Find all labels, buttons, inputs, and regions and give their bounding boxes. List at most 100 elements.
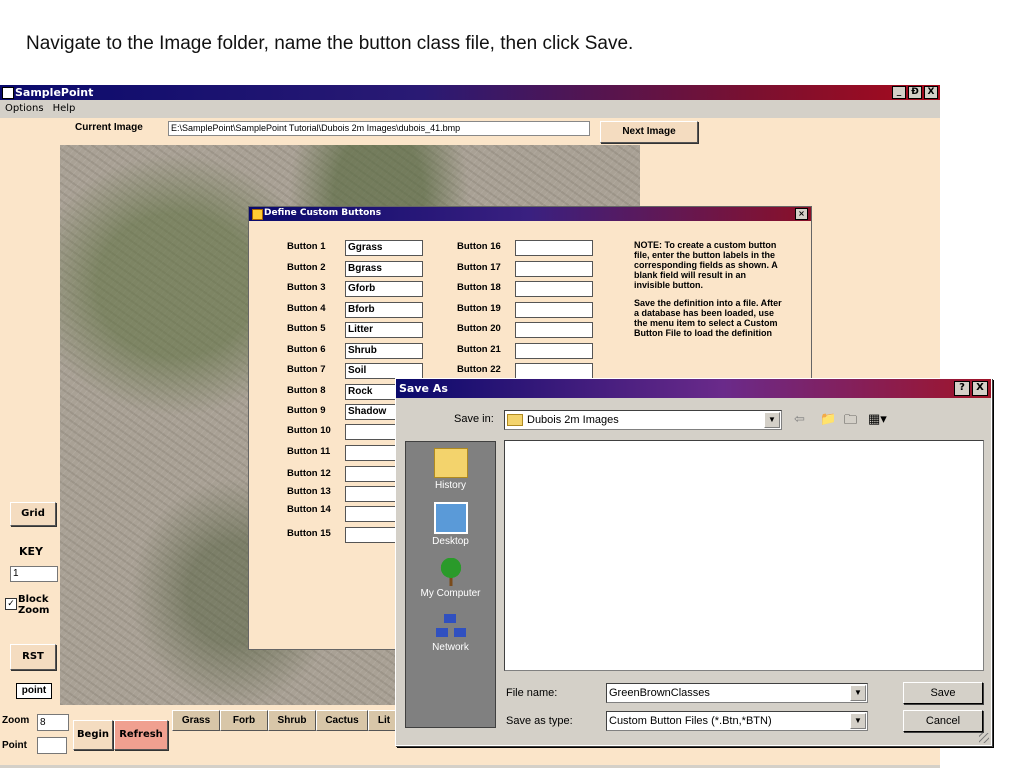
maximize-button[interactable]: Ɖ: [908, 86, 922, 99]
button-1-input[interactable]: Ggrass: [345, 240, 423, 256]
button-6-input[interactable]: Shrub: [345, 343, 423, 359]
key-label: KEY: [19, 545, 44, 558]
zoom-label: Zoom: [2, 715, 30, 726]
view-menu-icon[interactable]: ▦▾: [868, 411, 887, 427]
custom-buttons-title-bar: Define Custom Buttons ×: [249, 207, 811, 221]
button-21-label: Button 21: [457, 344, 501, 355]
chevron-down-icon[interactable]: ▼: [850, 685, 866, 701]
file-list[interactable]: [504, 440, 984, 671]
note-paragraph-2: Save the definition into a file. After a…: [634, 298, 782, 336]
category-button-cactus[interactable]: Cactus: [316, 710, 368, 731]
chevron-down-icon[interactable]: ▼: [764, 412, 780, 428]
button-19-input[interactable]: [515, 302, 593, 318]
refresh-button[interactable]: Refresh: [114, 720, 168, 750]
next-image-button[interactable]: Next Image: [600, 121, 698, 143]
button-2-input[interactable]: Bgrass: [345, 261, 423, 277]
desktop-label: Desktop: [432, 536, 469, 547]
grid-button[interactable]: Grid: [10, 502, 56, 526]
button-20-label: Button 20: [457, 323, 501, 334]
dialog-icon: [252, 209, 263, 220]
category-button-forb[interactable]: Forb: [220, 710, 268, 731]
save-as-type-label: Save as type:: [506, 715, 573, 727]
category-button-shrub[interactable]: Shrub: [268, 710, 316, 731]
button-21-input[interactable]: [515, 343, 593, 359]
rst-button[interactable]: RST: [10, 644, 56, 670]
button-18-input[interactable]: [515, 281, 593, 297]
history-label: History: [434, 480, 467, 491]
menu-options[interactable]: Options: [0, 100, 48, 114]
save-as-dialog: Save As ? X Save in: Dubois 2m Images ▼ …: [395, 378, 992, 746]
save-as-type-value: Custom Button Files (*.Btn,*BTN): [609, 715, 772, 727]
save-button[interactable]: Save: [903, 682, 983, 704]
save-in-dropdown[interactable]: Dubois 2m Images ▼: [504, 410, 782, 430]
save-as-title-bar: Save As ? X: [396, 379, 991, 398]
category-button-grass[interactable]: Grass: [172, 710, 220, 731]
resize-grip[interactable]: [979, 733, 989, 743]
button-16-label: Button 16: [457, 241, 501, 252]
button-15-label: Button 15: [287, 528, 331, 539]
button-14-label: Button 14: [287, 504, 331, 515]
save-as-type-dropdown[interactable]: Custom Button Files (*.Btn,*BTN) ▼: [606, 711, 868, 731]
close-button[interactable]: X: [924, 86, 938, 99]
button-17-label: Button 17: [457, 262, 501, 273]
places-bar: History Desktop My Computer Network: [405, 441, 496, 728]
point-mode-field[interactable]: point: [16, 683, 52, 699]
up-folder-icon[interactable]: 📁: [820, 411, 836, 427]
key-input[interactable]: 1: [10, 566, 58, 582]
button-8-label: Button 8: [287, 385, 326, 396]
save-in-value: Dubois 2m Images: [527, 414, 619, 426]
new-folder-icon[interactable]: 🗀: [844, 411, 857, 433]
button-20-input[interactable]: [515, 322, 593, 338]
button-13-label: Button 13: [287, 486, 331, 497]
custom-buttons-note: NOTE: To create a custom button file, en…: [634, 240, 784, 344]
instruction-text: Navigate to the Image folder, name the b…: [26, 33, 634, 54]
minimize-button[interactable]: _: [892, 86, 906, 99]
block-zoom-checkbox[interactable]: ✓: [5, 598, 17, 610]
place-my-computer[interactable]: My Computer: [406, 558, 495, 599]
button-7-input[interactable]: Soil: [345, 363, 423, 379]
help-button[interactable]: ?: [954, 381, 970, 396]
button-16-input[interactable]: [515, 240, 593, 256]
place-desktop[interactable]: Desktop: [406, 502, 495, 547]
save-as-close-button[interactable]: X: [972, 381, 988, 396]
button-3-input[interactable]: Gforb: [345, 281, 423, 297]
app-icon: [2, 87, 14, 99]
button-17-input[interactable]: [515, 261, 593, 277]
menu-help[interactable]: Help: [48, 100, 80, 114]
button-11-label: Button 11: [287, 446, 331, 457]
cancel-button[interactable]: Cancel: [903, 710, 983, 732]
begin-button[interactable]: Begin: [73, 720, 113, 750]
button-4-input[interactable]: Bforb: [345, 302, 423, 318]
current-image-path-field[interactable]: E:\SamplePoint\SamplePoint Tutorial\Dubo…: [168, 121, 590, 136]
point-input[interactable]: [37, 737, 67, 754]
save-in-label: Save in:: [454, 413, 494, 425]
button-2-label: Button 2: [287, 262, 326, 273]
note-paragraph-1: NOTE: To create a custom button file, en…: [634, 240, 778, 290]
close-icon[interactable]: ×: [795, 208, 808, 220]
current-image-label: Current Image: [75, 122, 143, 133]
file-name-label: File name:: [506, 687, 558, 699]
folder-icon: [507, 414, 523, 427]
button-22-input[interactable]: [515, 363, 593, 379]
button-5-label: Button 5: [287, 323, 326, 334]
place-network[interactable]: Network: [406, 612, 495, 653]
button-1-label: Button 1: [287, 241, 326, 252]
button-9-label: Button 9: [287, 405, 326, 416]
title-bar: SamplePoint _ Ɖ X: [0, 85, 940, 100]
file-name-input[interactable]: GreenBrownClasses ▼: [606, 683, 868, 703]
save-as-title: Save As: [399, 382, 448, 395]
point-label: Point: [2, 740, 27, 751]
back-arrow-icon[interactable]: ⇦: [794, 411, 805, 427]
button-5-input[interactable]: Litter: [345, 322, 423, 338]
button-22-label: Button 22: [457, 364, 501, 375]
button-12-label: Button 12: [287, 468, 331, 479]
file-name-value: GreenBrownClasses: [609, 687, 710, 699]
place-history[interactable]: History: [406, 448, 495, 491]
network-icon: [435, 612, 466, 640]
zoom-input[interactable]: 8: [37, 714, 69, 731]
tree-icon: [437, 558, 464, 586]
chevron-down-icon[interactable]: ▼: [850, 713, 866, 729]
desktop-icon: [433, 502, 468, 534]
my-computer-label: My Computer: [420, 588, 481, 599]
button-7-label: Button 7: [287, 364, 326, 375]
